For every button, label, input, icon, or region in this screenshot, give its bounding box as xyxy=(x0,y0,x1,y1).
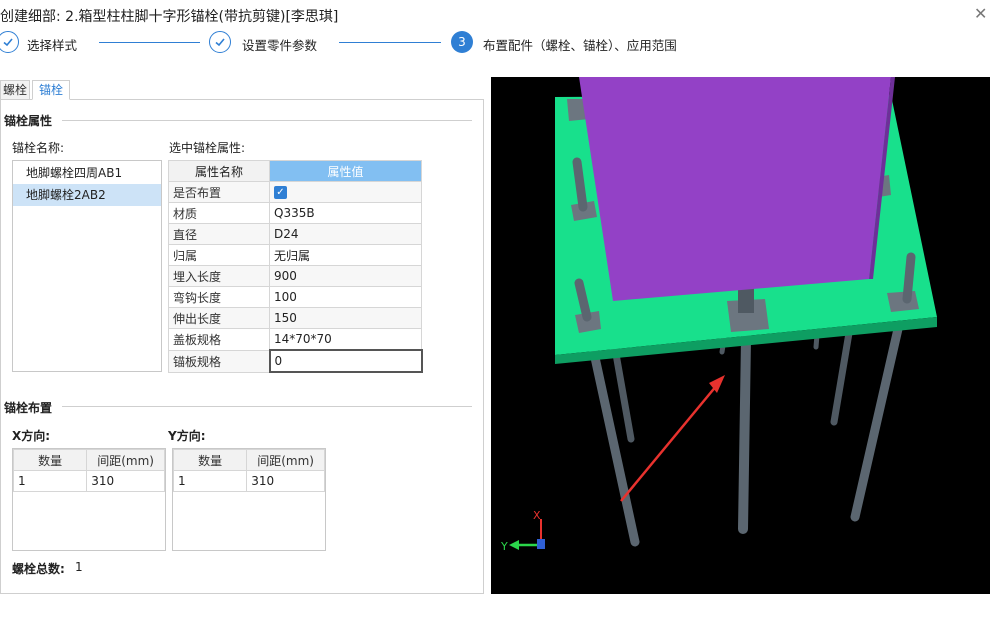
anchor-rods xyxy=(586,324,903,547)
x-grid-table: 数量 间距(mm) 1 310 xyxy=(12,449,165,492)
annotation-arrow xyxy=(620,375,725,502)
layout-section-title: 锚栓布置 xyxy=(4,401,53,415)
y-grid-cell-count[interactable]: 1 xyxy=(172,470,248,492)
x-grid-cell-spacing[interactable]: 310 xyxy=(86,470,165,492)
anchor-list-item[interactable]: 地脚螺栓四周AB1 xyxy=(13,162,161,184)
prop-name: 材质 xyxy=(168,202,270,224)
axis-y-label: Y xyxy=(500,540,508,553)
x-grid-header-spacing: 间距(mm) xyxy=(86,449,165,471)
prop-name: 锚板规格 xyxy=(168,349,270,373)
prop-value[interactable]: D24 xyxy=(269,223,422,245)
prop-name: 归属 xyxy=(168,244,270,266)
column-box xyxy=(579,77,891,301)
step-1-label: 选择样式 xyxy=(27,38,78,53)
x-grid-header-count: 数量 xyxy=(12,449,88,471)
anchor-list-item-selected[interactable]: 地脚螺栓2AB2 xyxy=(13,184,161,206)
y-direction-grid: 数量 间距(mm) 1 310 xyxy=(172,448,326,551)
tab-bolt[interactable]: 螺栓 xyxy=(0,80,30,100)
prop-name: 直径 xyxy=(168,223,270,245)
prop-value[interactable]: 150 xyxy=(269,307,422,329)
bolt-total-value: 1 xyxy=(75,560,83,574)
y-grid-table: 数量 间距(mm) 1 310 xyxy=(172,449,325,492)
3d-model-scene: X Y xyxy=(500,77,937,553)
step-3-number: 3 xyxy=(451,31,473,53)
prop-value[interactable]: 900 xyxy=(269,265,422,287)
axis-x-label: X xyxy=(533,509,541,522)
prop-value[interactable]: 14*70*70 xyxy=(269,328,422,351)
step-2-label: 设置零件参数 xyxy=(242,38,318,53)
prop-name: 是否布置 xyxy=(168,181,270,203)
y-grid-header-spacing: 间距(mm) xyxy=(246,449,325,471)
step-connector-1 xyxy=(99,42,200,43)
section-divider xyxy=(62,120,472,121)
step-3-label: 布置配件（螺栓、锚栓）、应用范围 xyxy=(483,38,677,53)
prop-value-checkbox[interactable]: ✓ xyxy=(269,181,422,203)
close-icon[interactable]: ✕ xyxy=(974,4,987,24)
3d-viewport[interactable]: X Y xyxy=(491,77,990,594)
prop-name: 盖板规格 xyxy=(168,328,270,351)
window-title: 创建细部: 2.箱型柱柱脚十字形锚栓(带抗剪键)[李思琪] xyxy=(0,9,339,25)
y-grid-cell-spacing[interactable]: 310 xyxy=(246,470,325,492)
section-divider xyxy=(62,406,472,407)
props-header-value: 属性值 xyxy=(269,160,422,182)
y-grid-header-count: 数量 xyxy=(172,449,248,471)
tab-anchor[interactable]: 锚栓 xyxy=(32,80,70,100)
anchor-props-section-title: 锚栓属性 xyxy=(4,114,53,128)
props-table-wrap: 属性名称 属性值 是否布置 ✓ 材质 Q335B 直径 D24 归属 无归属 埋… xyxy=(168,160,423,373)
axis-indicator: X Y xyxy=(500,509,545,553)
prop-value[interactable]: 无归属 xyxy=(269,244,422,266)
x-direction-label: X方向: xyxy=(12,429,51,443)
y-direction-label: Y方向: xyxy=(168,429,206,443)
x-direction-grid: 数量 间距(mm) 1 310 xyxy=(12,448,166,551)
prop-value-editing[interactable]: 0 xyxy=(268,349,423,373)
anchor-list-label: 锚栓名称: xyxy=(12,141,65,155)
step-2-check-icon xyxy=(209,31,231,53)
anchor-list: 地脚螺栓四周AB1 地脚螺栓2AB2 xyxy=(12,160,162,372)
bolt-total-label: 螺栓总数: xyxy=(12,562,65,576)
step-1-check-icon xyxy=(0,31,19,53)
prop-name: 埋入长度 xyxy=(168,265,270,287)
props-label: 选中锚栓属性: xyxy=(169,141,246,155)
prop-value[interactable]: Q335B xyxy=(269,202,422,224)
props-header-name: 属性名称 xyxy=(168,160,270,182)
step-connector-2 xyxy=(339,42,441,43)
prop-name: 弯钩长度 xyxy=(168,286,270,308)
prop-value[interactable]: 100 xyxy=(269,286,422,308)
props-table: 属性名称 属性值 是否布置 ✓ 材质 Q335B 直径 D24 归属 无归属 埋… xyxy=(168,160,423,373)
checkbox-checked-icon[interactable]: ✓ xyxy=(274,186,287,199)
prop-name: 伸出长度 xyxy=(168,307,270,329)
x-grid-cell-count[interactable]: 1 xyxy=(12,470,88,492)
